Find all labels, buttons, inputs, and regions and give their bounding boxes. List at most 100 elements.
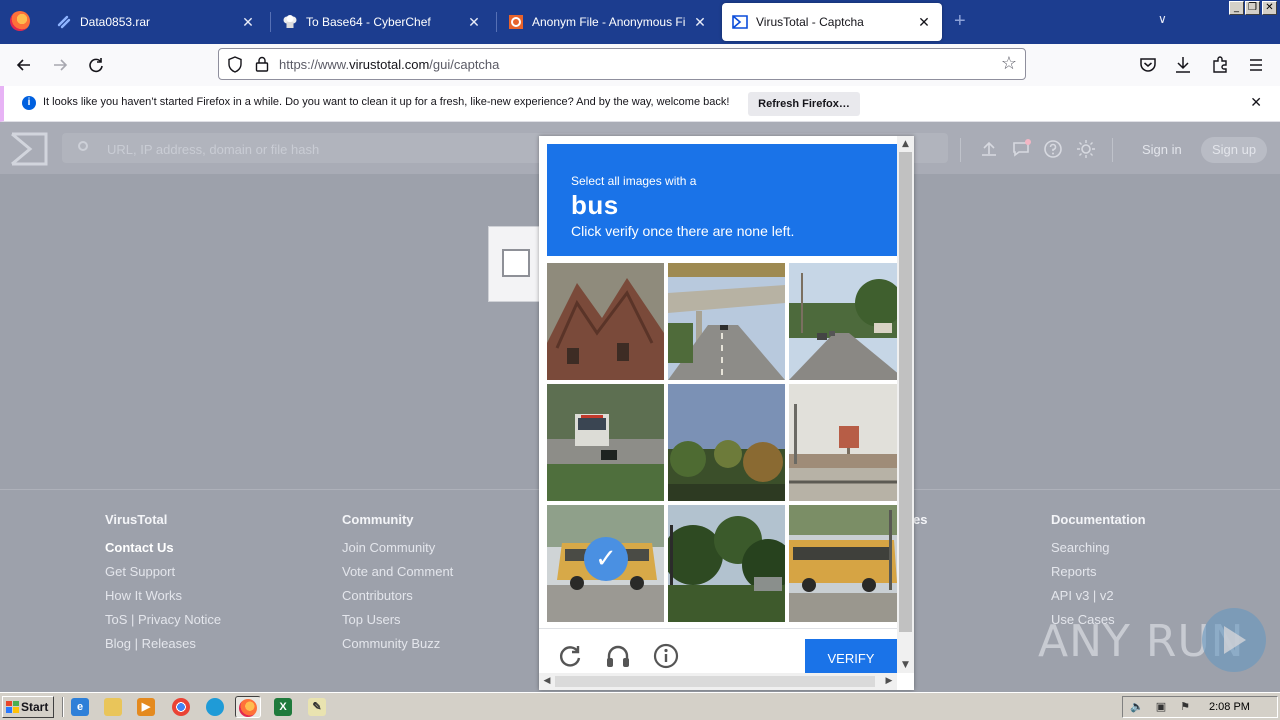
footer-link[interactable]: How It Works xyxy=(105,589,221,613)
forward-button[interactable] xyxy=(48,53,72,77)
excel-icon[interactable]: X xyxy=(274,698,292,716)
footer-link[interactable]: Contact Us xyxy=(105,541,221,565)
app-menu-button[interactable] xyxy=(1244,53,1268,77)
footer-column-community: Community Join Community Vote and Commen… xyxy=(342,512,453,661)
url-text[interactable]: https://www.virustotal.com/gui/captcha xyxy=(279,57,499,72)
system-tray: 🔈 ▣ ⚑ 2:08 PM xyxy=(1122,696,1278,718)
clock[interactable]: 2:08 PM xyxy=(1209,701,1250,713)
captcha-vertical-scrollbar[interactable]: ▲ ▼ xyxy=(897,136,914,673)
tab-close-button[interactable]: ✕ xyxy=(692,14,708,31)
captcha-tile-trees-and-sky[interactable] xyxy=(668,384,785,501)
verify-button[interactable]: VERIFY xyxy=(805,639,897,674)
lock-icon[interactable] xyxy=(255,56,269,72)
windows-flag-icon xyxy=(6,701,19,713)
captcha-target-word: bus xyxy=(571,190,619,220)
scrollbar-thumb[interactable] xyxy=(899,152,912,632)
search-icon xyxy=(78,141,88,151)
captcha-tile-brick-house-roof[interactable] xyxy=(547,263,664,380)
firefox-logo-icon[interactable] xyxy=(10,11,30,31)
tab-data0853[interactable]: Data0853.rar ✕ xyxy=(46,3,266,41)
scroll-up-arrow-icon[interactable]: ▲ xyxy=(897,136,914,152)
selected-check-icon: ✓ xyxy=(584,537,628,581)
footer-link[interactable]: Community Buzz xyxy=(342,637,453,661)
extensions-button[interactable] xyxy=(1208,53,1232,77)
footer-link[interactable]: Vote and Comment xyxy=(342,565,453,589)
scroll-down-arrow-icon[interactable]: ▼ xyxy=(897,657,914,673)
captcha-tile-suburban-street[interactable] xyxy=(789,263,906,380)
action-center-flag-icon[interactable]: ⚑ xyxy=(1177,700,1193,714)
tracking-shield-icon[interactable] xyxy=(227,56,243,73)
footer-link[interactable]: ToS | Privacy Notice xyxy=(105,613,221,637)
notification-close-button[interactable]: ✕ xyxy=(1250,94,1262,111)
tab-close-button[interactable]: ✕ xyxy=(466,14,482,31)
captcha-tile-school-bus-parked[interactable] xyxy=(789,505,906,622)
captcha-tile-green-trees[interactable] xyxy=(668,505,785,622)
footer-link[interactable]: Join Community xyxy=(342,541,453,565)
sign-in-link[interactable]: Sign in xyxy=(1142,142,1182,157)
new-tab-button[interactable]: + xyxy=(954,10,966,32)
scrollbar-thumb[interactable] xyxy=(555,676,875,687)
network-icon[interactable]: ▣ xyxy=(1153,700,1169,714)
refresh-firefox-button[interactable]: Refresh Firefox… xyxy=(748,92,860,116)
captcha-tile-billboard-lot[interactable] xyxy=(789,384,906,501)
upload-icon[interactable] xyxy=(979,139,999,159)
notification-message: It looks like you haven’t started Firefo… xyxy=(43,96,730,108)
refresh-challenge-icon[interactable] xyxy=(557,643,583,669)
tab-cyberchef[interactable]: To Base64 - CyberChef ✕ xyxy=(272,3,492,41)
downloads-button[interactable] xyxy=(1171,53,1195,77)
captcha-checkbox[interactable] xyxy=(502,249,530,277)
hamburger-menu-icon xyxy=(1250,59,1262,71)
footer-link[interactable]: Reports xyxy=(1051,565,1146,589)
captcha-tile-school-bus[interactable]: ✓ xyxy=(547,505,664,622)
minimize-button[interactable]: _ xyxy=(1229,1,1244,15)
footer-link[interactable]: Contributors xyxy=(342,589,453,613)
captcha-horizontal-scrollbar[interactable]: ◀ ▶ xyxy=(539,673,897,690)
media-player-icon[interactable]: ▶ xyxy=(137,698,155,716)
info-icon: i xyxy=(22,96,36,110)
volume-icon[interactable]: 🔈 xyxy=(1129,700,1145,714)
firefox-taskbar-button[interactable] xyxy=(235,696,261,718)
tab-close-button[interactable]: ✕ xyxy=(240,14,256,31)
theme-toggle-icon[interactable] xyxy=(1076,139,1096,159)
close-window-button[interactable]: ✕ xyxy=(1262,1,1277,15)
firefox-icon xyxy=(239,699,257,717)
back-button[interactable] xyxy=(12,53,36,77)
notepad-icon[interactable]: ✎ xyxy=(308,698,326,716)
footer-link[interactable]: Top Users xyxy=(342,613,453,637)
edge-icon[interactable] xyxy=(206,698,224,716)
pocket-icon xyxy=(1140,58,1156,72)
captcha-tile-transit-bus[interactable] xyxy=(547,384,664,501)
anonymous-logo-icon xyxy=(508,14,524,30)
notifications-icon[interactable] xyxy=(1011,139,1031,159)
tab-close-button[interactable]: ✕ xyxy=(916,14,932,31)
address-bar[interactable]: https://www.virustotal.com/gui/captcha ☆ xyxy=(218,48,1026,80)
virustotal-logo-icon xyxy=(732,14,748,30)
captcha-tile-highway-overpass[interactable] xyxy=(668,263,785,380)
tab-virustotal-captcha[interactable]: VirusTotal - Captcha ✕ xyxy=(722,3,942,41)
footer-link[interactable]: Searching xyxy=(1051,541,1146,565)
scroll-left-arrow-icon[interactable]: ◀ xyxy=(539,673,555,690)
refresh-firefox-notification: i It looks like you haven’t started Fire… xyxy=(0,86,1280,122)
scroll-right-arrow-icon[interactable]: ▶ xyxy=(881,673,897,690)
chrome-icon[interactable] xyxy=(172,698,190,716)
footer-link[interactable]: Get Support xyxy=(105,565,221,589)
reload-button[interactable] xyxy=(84,53,108,77)
anyrun-play-logo-icon xyxy=(1202,608,1266,672)
virustotal-logo-icon[interactable] xyxy=(10,132,48,166)
info-icon[interactable] xyxy=(653,643,679,669)
footer-link[interactable]: Blog | Releases xyxy=(105,637,221,661)
tab-anonym-file[interactable]: Anonym File - Anonymous File Uplo ✕ xyxy=(498,3,718,41)
windows-taskbar: Start e ▶ X ✎ 🔈 ▣ ⚑ 2:08 PM xyxy=(0,692,1280,720)
audio-challenge-icon[interactable] xyxy=(605,643,631,669)
restore-button[interactable]: ❐ xyxy=(1245,1,1260,15)
help-icon[interactable] xyxy=(1043,139,1063,159)
start-button[interactable]: Start xyxy=(2,696,54,718)
captcha-image-grid: ✓ xyxy=(547,263,906,623)
file-explorer-icon[interactable] xyxy=(104,698,122,716)
bookmark-star-icon[interactable]: ☆ xyxy=(1001,53,1017,74)
back-arrow-icon xyxy=(16,59,30,71)
sign-up-button[interactable]: Sign up xyxy=(1201,137,1267,163)
internet-explorer-icon[interactable]: e xyxy=(71,698,89,716)
list-all-tabs-button[interactable]: ∨ xyxy=(1158,12,1167,26)
pocket-button[interactable] xyxy=(1136,53,1160,77)
